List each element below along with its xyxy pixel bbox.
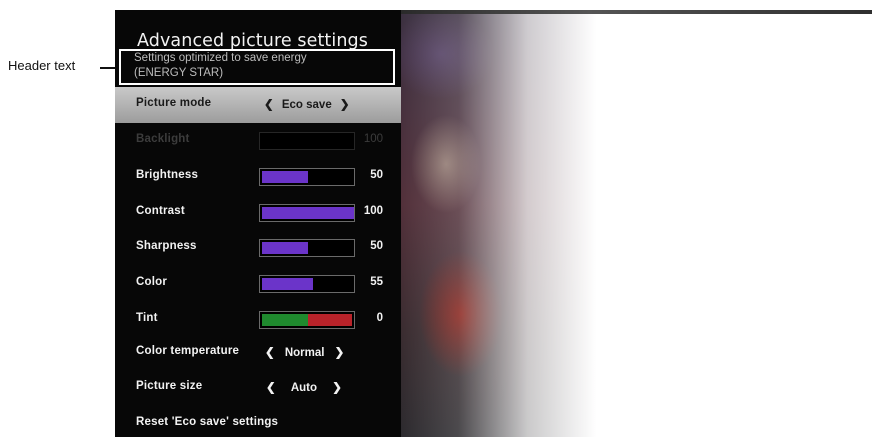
color-temperature-label: Color temperature [136, 345, 240, 357]
tint-slider[interactable] [259, 311, 355, 329]
backlight-label: Backlight [136, 133, 190, 145]
tint-red-segment [308, 314, 352, 326]
brightness-slider[interactable] [259, 167, 355, 186]
sharpness-slider-fill [262, 242, 308, 255]
color-row[interactable]: Color 55 [115, 266, 401, 302]
brightness-label: Brightness [136, 168, 199, 181]
chevron-left-icon[interactable]: ❮ [265, 345, 275, 359]
tint-label: Tint [136, 312, 158, 324]
picture-mode-value: Eco save [281, 99, 332, 111]
picture-mode-label: Picture mode [136, 97, 212, 109]
reset-eco-save-row[interactable]: Reset 'Eco save' settings [115, 406, 401, 437]
contrast-row[interactable]: Contrast 100 [115, 195, 401, 231]
chevron-right-icon[interactable]: ❯ [340, 97, 350, 111]
brightness-row[interactable]: Brightness 50 [115, 159, 401, 195]
color-temperature-value: Normal [284, 347, 325, 359]
backlight-value: 100 [363, 133, 383, 145]
sharpness-slider[interactable] [259, 239, 355, 258]
chevron-left-icon[interactable]: ❮ [266, 380, 276, 394]
brightness-value: 50 [370, 168, 383, 181]
header-text-line-2: (ENERGY STAR) [134, 67, 224, 79]
tint-row[interactable]: Tint 0 [115, 302, 401, 338]
contrast-label: Contrast [136, 204, 185, 217]
picture-size-value: Auto [290, 382, 318, 394]
picture-mode-selector[interactable]: ❮ Eco save ❯ [264, 97, 350, 111]
color-value: 55 [370, 276, 383, 289]
tint-value: 0 [376, 312, 383, 324]
advanced-picture-settings-panel: Advanced picture settings Settings optim… [115, 10, 401, 437]
color-label: Color [136, 276, 168, 289]
tv-screen: Advanced picture settings Settings optim… [115, 10, 872, 437]
sharpness-row[interactable]: Sharpness 50 [115, 230, 401, 266]
sharpness-label: Sharpness [136, 240, 197, 253]
chevron-right-icon[interactable]: ❯ [332, 380, 342, 394]
picture-size-label: Picture size [136, 380, 203, 392]
sharpness-value: 50 [370, 240, 383, 253]
picture-size-row[interactable]: Picture size ❮ Auto ❯ [115, 370, 401, 406]
brightness-slider-fill [262, 170, 308, 183]
color-slider[interactable] [259, 275, 355, 294]
chevron-right-icon[interactable]: ❯ [335, 345, 345, 359]
panel-title: Advanced picture settings [137, 31, 368, 51]
contrast-slider-fill [262, 206, 354, 219]
chevron-left-icon[interactable]: ❮ [264, 97, 274, 111]
picture-size-selector[interactable]: ❮ Auto ❯ [266, 380, 342, 394]
contrast-slider[interactable] [259, 203, 355, 222]
contrast-value: 100 [363, 204, 383, 217]
header-text-annotation: Header text [8, 58, 76, 73]
color-temperature-selector[interactable]: ❮ Normal ❯ [265, 345, 344, 359]
backlight-row: Backlight 100 [115, 123, 401, 159]
header-text-line-1: Settings optimized to save energy [134, 52, 307, 64]
background-fade [401, 14, 631, 437]
picture-mode-row[interactable]: Picture mode ❮ Eco save ❯ [115, 87, 401, 123]
color-temperature-row[interactable]: Color temperature ❮ Normal ❯ [115, 335, 401, 371]
backlight-slider [259, 132, 355, 150]
tint-green-segment [262, 314, 308, 326]
color-slider-fill [262, 278, 313, 291]
reset-eco-save-label: Reset 'Eco save' settings [136, 416, 279, 428]
